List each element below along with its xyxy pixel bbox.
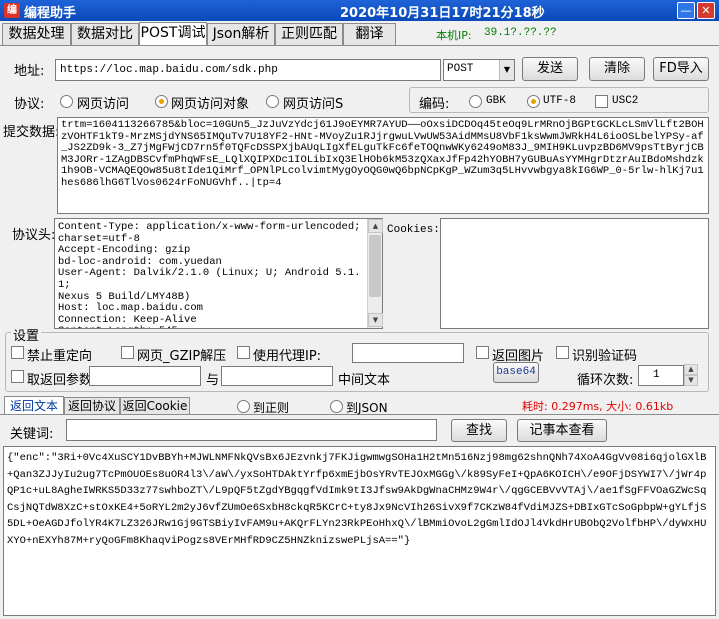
ip-label: 本机IP: [436, 29, 472, 42]
tab-post-debug[interactable]: POST调试 [139, 22, 207, 46]
scroll-down-icon[interactable]: ▼ [368, 313, 383, 327]
headers-label: 协议头: [12, 228, 56, 243]
scroll-thumb[interactable] [369, 235, 381, 297]
spinner-up-icon[interactable]: ▲ [684, 364, 698, 375]
encoding-label: 编码: [419, 97, 450, 112]
cookies-label: Cookies: [387, 224, 440, 236]
radio-to-json[interactable] [330, 400, 343, 413]
middle-text-label: 中间文本 [338, 373, 391, 388]
headers-scrollbar[interactable]: ▲ ▼ [367, 219, 383, 328]
return-image-checkbox[interactable] [476, 346, 489, 359]
use-proxy-label: 使用代理IP: [253, 349, 322, 364]
title-bar[interactable]: 编 编程助手 2020年10月31日17时21分18秒 — ✕ [0, 0, 719, 21]
gzip-label: 网页_GZIP解压 [137, 349, 227, 364]
tab-translate[interactable]: 翻译 [343, 23, 396, 45]
address-label: 地址: [14, 64, 45, 79]
method-value: POST [447, 63, 474, 75]
tab-return-cookie[interactable]: 返回Cookie [120, 397, 190, 415]
headers-textarea[interactable]: Content-Type: application/x-www-form-url… [55, 219, 367, 328]
base64-button[interactable]: base64 [493, 362, 539, 383]
radio-web-access-s-label: 网页访问S [283, 97, 344, 112]
tab-regex-match[interactable]: 正则匹配 [275, 23, 343, 45]
tab-divider [0, 45, 719, 46]
usc2-checkbox[interactable] [595, 95, 608, 108]
headers-box: Content-Type: application/x-www-form-url… [54, 218, 383, 329]
radio-web-access-object[interactable] [155, 95, 168, 108]
tab-return-protocol[interactable]: 返回协议 [64, 397, 120, 415]
proxy-ip-input[interactable] [352, 343, 464, 363]
use-proxy-checkbox[interactable] [237, 346, 250, 359]
tab-data-processing[interactable]: 数据处理 [2, 23, 71, 45]
settings-title: 设置 [11, 325, 42, 344]
app-icon: 编 [4, 3, 20, 18]
radio-utf8-label: UTF-8 [543, 95, 577, 107]
tab-json-parse[interactable]: Json解析 [207, 23, 275, 45]
gzip-checkbox[interactable] [121, 346, 134, 359]
close-button[interactable]: ✕ [697, 2, 715, 19]
response-textarea[interactable]: {"enc":"3Ri+0Vc4XuSCY1DvBBYh+MJWLNMFNkQV… [3, 446, 716, 616]
with-label: 与 [206, 373, 220, 388]
radio-gbk-label: GBK [486, 95, 506, 107]
tab-data-compare[interactable]: 数据对比 [71, 23, 139, 45]
usc2-label: USC2 [612, 95, 639, 107]
no-redirect-label: 禁止重定向 [27, 349, 93, 364]
clear-button[interactable]: 清除 [589, 57, 645, 81]
radio-web-access-label: 网页访问 [77, 97, 130, 112]
title-datetime: 2020年10月31日17时21分18秒 [340, 6, 545, 21]
radio-to-json-label: 到JSON [346, 401, 388, 415]
notepad-view-button[interactable]: 记事本查看 [517, 419, 607, 442]
scroll-up-icon[interactable]: ▲ [368, 219, 383, 233]
no-redirect-checkbox[interactable] [11, 346, 24, 359]
keyword-input[interactable] [66, 419, 437, 441]
spinner-down-icon[interactable]: ▼ [684, 375, 698, 386]
captcha-label: 识别验证码 [572, 349, 638, 364]
loop-count-input[interactable]: 1 [638, 365, 684, 386]
get-param-checkbox[interactable] [11, 370, 24, 383]
submit-data-label: 提交数据: [3, 125, 60, 140]
app-title: 编程助手 [24, 6, 77, 21]
submit-data-textarea[interactable]: trtm=1604113266785&bloc=10GUn5_JzJuVzYdc… [57, 117, 709, 214]
ip-value: 39.1?.??.?? [484, 27, 557, 39]
minimize-button[interactable]: — [677, 2, 695, 19]
find-button[interactable]: 查找 [451, 419, 507, 442]
protocol-label: 协议: [14, 97, 45, 112]
param-end-input[interactable] [221, 366, 333, 386]
tab-return-text[interactable]: 返回文本 [4, 396, 64, 415]
captcha-checkbox[interactable] [556, 346, 569, 359]
radio-gbk[interactable] [469, 95, 482, 108]
cookies-textarea[interactable] [440, 218, 709, 329]
radio-web-access-object-label: 网页访问对象 [171, 97, 250, 112]
url-input[interactable]: https://loc.map.baidu.com/sdk.php [55, 59, 441, 81]
radio-web-access-s[interactable] [266, 95, 279, 108]
chevron-down-icon[interactable]: ▼ [499, 60, 514, 80]
radio-to-regex[interactable] [237, 400, 250, 413]
radio-to-regex-label: 到正则 [253, 401, 290, 415]
keyword-label: 关键词: [10, 427, 54, 442]
radio-utf8[interactable] [527, 95, 540, 108]
loop-count-label: 循环次数: [577, 373, 634, 388]
fd-import-button[interactable]: FD导入 [653, 57, 709, 81]
timing-info: 耗时: 0.297ms, 大小: 0.61kb [522, 400, 674, 413]
method-select[interactable]: POST ▼ [443, 59, 515, 81]
get-param-label: 取返回参数 [27, 373, 93, 388]
radio-web-access[interactable] [60, 95, 73, 108]
send-button[interactable]: 发送 [522, 57, 578, 81]
param-start-input[interactable] [89, 366, 201, 386]
